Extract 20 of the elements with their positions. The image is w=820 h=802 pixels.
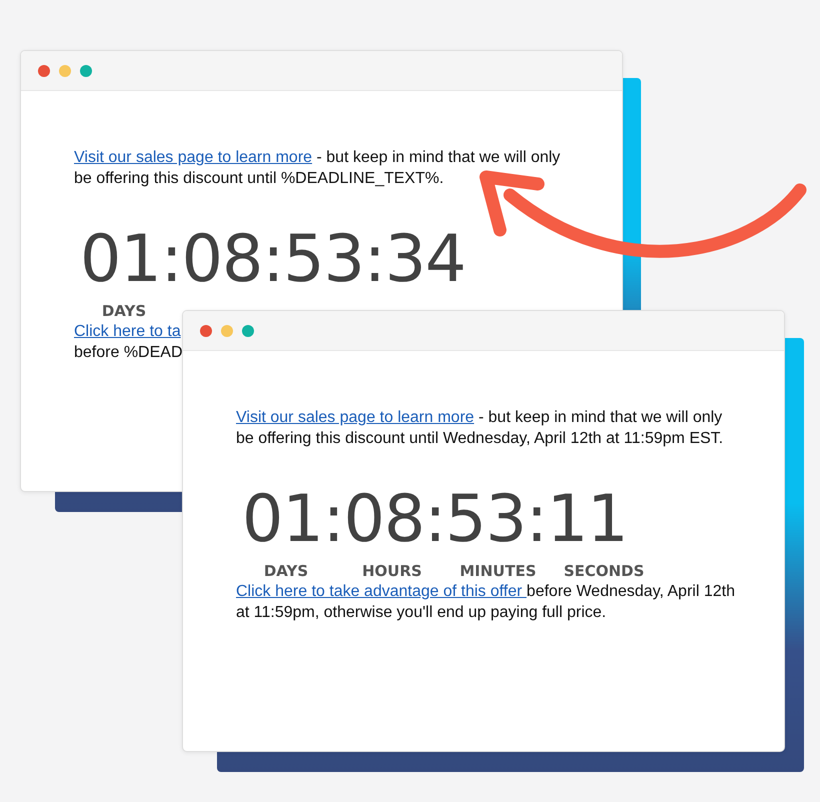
countdown-label: DAYS bbox=[100, 301, 148, 321]
link[interactable]: Visit our sales page to learn more bbox=[74, 149, 312, 166]
paragraph: Click here to take advantage of this offer before Wednesday, April 12th at 11:59pm, otherwise you'll end up paying full price. bbox=[236, 582, 736, 623]
countdown-label: MINUTES bbox=[458, 561, 538, 581]
window-control-dot[interactable] bbox=[80, 64, 92, 76]
window-control-dot[interactable] bbox=[242, 324, 254, 336]
countdown-label: HOURS bbox=[361, 561, 423, 581]
window-control-dot[interactable] bbox=[59, 64, 71, 76]
link[interactable]: Click here to take advantage of this offer bbox=[236, 583, 527, 600]
link[interactable]: Click here to ta bbox=[74, 323, 181, 340]
countdown-label: DAYS bbox=[262, 561, 310, 581]
countdown-label: SECONDS bbox=[562, 561, 646, 581]
countdown-timer: 01:08:53:34 bbox=[80, 225, 467, 295]
window-control-dot[interactable] bbox=[38, 64, 50, 76]
link[interactable]: Visit our sales page to learn more bbox=[236, 409, 474, 426]
countdown-timer: 01:08:53:11 bbox=[242, 485, 629, 555]
paragraph: Visit our sales page to learn more - but keep in mind that we will only be offering this discount until Wednesday, April 12th at 11:59pm EST. bbox=[236, 408, 724, 449]
paragraph: Visit our sales page to learn more - but keep in mind that we will only be offering this discount until %DEADLINE_TEXT%. bbox=[74, 148, 562, 189]
window-control-dot[interactable] bbox=[200, 324, 212, 336]
window-control-dot[interactable] bbox=[221, 324, 233, 336]
